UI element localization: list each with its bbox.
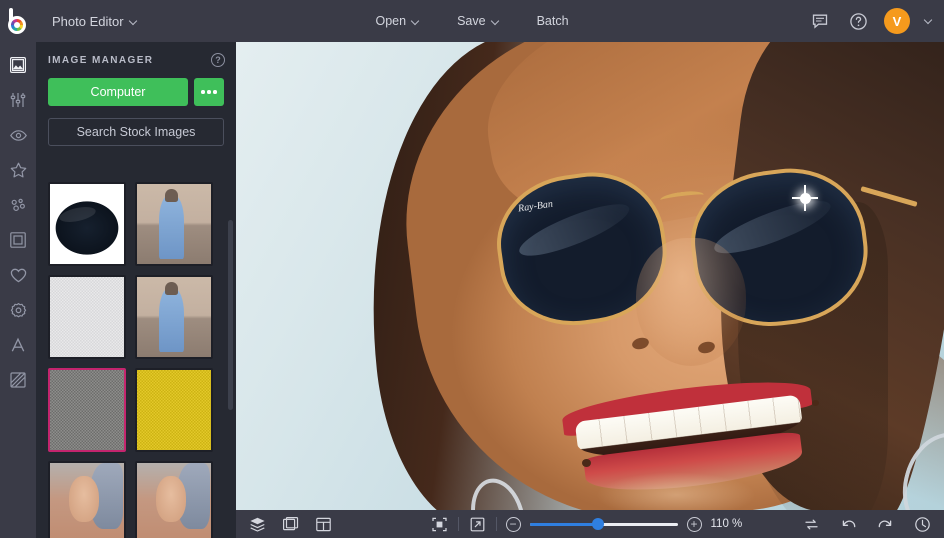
sidebar-item-graphics[interactable] — [5, 297, 31, 323]
thumbnail-grid — [36, 174, 236, 538]
sidebar-item-textures[interactable] — [5, 367, 31, 393]
chat-icon[interactable] — [808, 9, 832, 33]
account-chevron-down-icon[interactable] — [924, 16, 934, 26]
left-tool-rail — [0, 42, 36, 538]
ray-ban-logo: Ray-Ban — [517, 199, 553, 215]
image-canvas[interactable]: Ray-Ban — [236, 42, 944, 510]
chevron-down-icon — [130, 18, 137, 25]
thumbnail-white-glitter[interactable] — [48, 275, 126, 359]
chevron-down-icon — [412, 18, 419, 25]
nose — [636, 238, 746, 366]
undo-icon[interactable] — [839, 515, 858, 534]
bottom-left-tools — [236, 515, 333, 534]
thumbnail-sunglasses-lens[interactable] — [48, 182, 126, 266]
sidebar-item-frames[interactable] — [5, 227, 31, 253]
avatar[interactable]: V — [884, 8, 910, 34]
befunky-logo[interactable] — [0, 0, 36, 42]
thumbnail-portrait-blue-hair-2[interactable] — [135, 461, 213, 538]
sidebar-item-effects[interactable] — [5, 157, 31, 183]
thumbnail-scroll-area[interactable] — [36, 174, 236, 538]
sun-flare-core — [800, 193, 811, 204]
avatar-initial: V — [893, 14, 902, 29]
divider — [458, 517, 459, 531]
stock-section: Search Stock Images — [36, 118, 236, 156]
photo-editor-menu[interactable]: Photo Editor — [42, 8, 147, 34]
open-button[interactable]: Open — [365, 8, 429, 34]
thumbnail-duomo-blue-coat[interactable] — [135, 182, 213, 266]
panel-scrollbar[interactable] — [228, 220, 233, 410]
zoom-in-label: + — [690, 518, 697, 530]
top-bar-right-actions: V — [808, 0, 934, 42]
search-stock-images-button[interactable]: Search Stock Images — [48, 118, 224, 146]
zoom-slider-knob[interactable] — [592, 518, 604, 530]
zoom-slider[interactable] — [530, 517, 678, 531]
thumbnail-duomo-blue-coat-2[interactable] — [135, 275, 213, 359]
chin-highlight — [596, 472, 756, 510]
divider — [496, 517, 497, 531]
help-icon[interactable] — [846, 9, 870, 33]
top-bar: Photo Editor Open Save Batch — [0, 0, 944, 42]
more-options-icon[interactable] — [194, 78, 224, 106]
computer-upload-button[interactable]: Computer — [48, 78, 188, 106]
zoom-level-value: 110 % — [711, 518, 751, 530]
batch-button[interactable]: Batch — [527, 8, 579, 34]
zoom-in-button[interactable]: + — [687, 517, 702, 532]
redo-icon[interactable] — [876, 515, 895, 534]
sidebar-item-overlays[interactable] — [5, 262, 31, 288]
open-button-label: Open — [375, 14, 406, 28]
page-title: IMAGE MANAGER — [48, 55, 153, 66]
sidebar-item-image[interactable] — [5, 52, 31, 78]
sidebar-item-touch-up[interactable] — [5, 122, 31, 148]
photo-editor-menu-label: Photo Editor — [52, 14, 124, 29]
mole-jaw — [812, 400, 819, 406]
sidebar-item-edit[interactable] — [5, 87, 31, 113]
upload-section: Computer — [36, 78, 236, 116]
chevron-down-icon — [492, 18, 499, 25]
sidebar-item-text[interactable] — [5, 332, 31, 358]
layout-icon[interactable] — [314, 515, 333, 534]
reset-icon[interactable] — [802, 515, 821, 534]
portrait-photo: Ray-Ban — [236, 42, 944, 510]
image-manager-panel: IMAGE MANAGER ? Computer Search Stock Im… — [36, 42, 236, 538]
thumbnail-portrait-blue-hair[interactable] — [48, 461, 126, 538]
zoom-out-button[interactable]: − — [506, 517, 521, 532]
bottom-toolbar: − + 110 % — [236, 510, 944, 538]
panel-header: IMAGE MANAGER ? — [36, 42, 236, 78]
compare-icon[interactable] — [281, 515, 300, 534]
thumbnail-grey-glitter[interactable] — [48, 368, 126, 452]
photo-editor-app: Photo Editor Open Save Batch — [0, 0, 944, 538]
help-icon[interactable]: ? — [211, 53, 225, 67]
mole-cheek — [582, 459, 591, 467]
save-button[interactable]: Save — [447, 8, 509, 34]
layers-icon[interactable] — [248, 515, 267, 534]
computer-upload-label: Computer — [91, 85, 146, 99]
fit-to-screen-icon[interactable] — [430, 515, 449, 534]
fullscreen-icon[interactable] — [468, 515, 487, 534]
thumbnail-gold-glitter[interactable] — [135, 368, 213, 452]
history-clock-icon[interactable] — [913, 515, 932, 534]
bottom-right-tools — [802, 515, 932, 534]
search-stock-images-label: Search Stock Images — [77, 125, 196, 139]
batch-button-label: Batch — [537, 14, 569, 28]
save-button-label: Save — [457, 14, 486, 28]
sidebar-item-artsy[interactable] — [5, 192, 31, 218]
zoom-out-label: − — [509, 518, 516, 530]
